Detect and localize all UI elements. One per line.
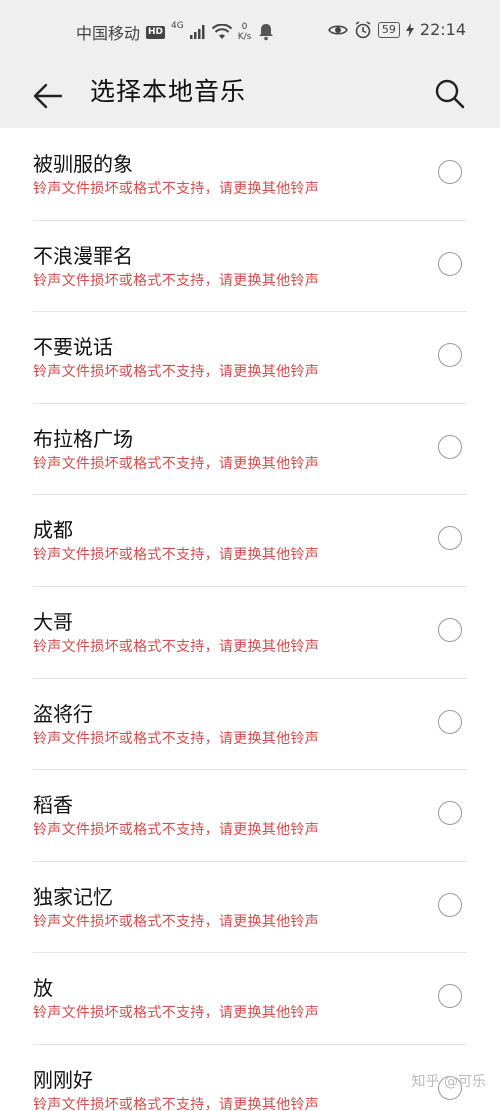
song-error-message: 铃声文件损坏或格式不支持，请更换其他铃声 bbox=[33, 547, 319, 564]
signal-icon bbox=[189, 25, 205, 39]
status-bar-right: 59 22:14 bbox=[327, 20, 466, 39]
charging-icon bbox=[405, 22, 414, 37]
back-arrow-icon bbox=[33, 83, 63, 109]
song-name: 被驯服的象 bbox=[33, 152, 133, 176]
eye-icon bbox=[327, 24, 348, 35]
song-radio-button[interactable] bbox=[438, 709, 462, 734]
song-radio-button[interactable] bbox=[438, 434, 462, 459]
song-radio-button[interactable] bbox=[438, 892, 462, 917]
song-error-message: 铃声文件损坏或格式不支持，请更换其他铃声 bbox=[33, 913, 319, 930]
song-error-message: 铃声文件损坏或格式不支持，请更换其他铃声 bbox=[33, 1096, 319, 1111]
network-label: 4G bbox=[171, 21, 184, 31]
notification-bell-icon bbox=[259, 24, 274, 41]
song-error-message: 铃声文件损坏或格式不支持，请更换其他铃声 bbox=[33, 455, 319, 472]
song-name: 布拉格广场 bbox=[33, 426, 133, 451]
watermark: 知乎 @可乐 bbox=[412, 1071, 486, 1091]
page-title: 选择本地音乐 bbox=[90, 77, 247, 106]
net-speed-value: 0 bbox=[241, 22, 248, 32]
net-speed: 0 K/s bbox=[238, 22, 252, 42]
song-name: 成都 bbox=[33, 518, 73, 543]
song-error-message: 铃声文件损坏或格式不支持，请更换其他铃声 bbox=[33, 364, 319, 381]
watermark-text: 知乎 @可乐 bbox=[411, 1074, 486, 1090]
list-item[interactable]: 盗将行 铃声文件损坏或格式不支持，请更换其他铃声 bbox=[33, 679, 467, 771]
search-icon bbox=[435, 79, 465, 109]
battery-indicator: 59 bbox=[377, 21, 400, 38]
song-name: 放 bbox=[33, 976, 53, 1001]
list-item[interactable]: 稻香 铃声文件损坏或格式不支持，请更换其他铃声 bbox=[33, 770, 467, 862]
list-item[interactable]: 不浪漫罪名 铃声文件损坏或格式不支持，请更换其他铃声 bbox=[33, 221, 467, 313]
back-button[interactable] bbox=[28, 76, 68, 116]
list-item[interactable]: 大哥 铃声文件损坏或格式不支持，请更换其他铃声 bbox=[33, 587, 467, 679]
net-speed-unit: K/s bbox=[237, 32, 252, 42]
song-name: 不浪漫罪名 bbox=[33, 243, 133, 268]
song-name: 不要说话 bbox=[33, 335, 113, 360]
song-radio-button[interactable] bbox=[438, 526, 462, 551]
song-radio-button[interactable] bbox=[438, 617, 462, 642]
list-item[interactable]: 布拉格广场 铃声文件损坏或格式不支持，请更换其他铃声 bbox=[33, 404, 467, 496]
song-list: 被驯服的象 铃声文件损坏或格式不支持，请更换其他铃声 不浪漫罪名 铃声文件损坏或… bbox=[0, 129, 500, 1111]
list-item[interactable]: 不要说话 铃声文件损坏或格式不支持，请更换其他铃声 bbox=[33, 312, 467, 404]
song-radio-button[interactable] bbox=[438, 984, 462, 1009]
list-item[interactable]: 放 铃声文件损坏或格式不支持，请更换其他铃声 bbox=[33, 953, 467, 1045]
song-error-message: 铃声文件损坏或格式不支持，请更换其他铃声 bbox=[33, 1005, 319, 1022]
status-bar-left: 中国移动 HD 4G 0 K/s bbox=[76, 20, 275, 44]
list-item[interactable]: 成都 铃声文件损坏或格式不支持，请更换其他铃声 bbox=[33, 495, 467, 587]
search-button[interactable] bbox=[430, 74, 470, 114]
list-item[interactable]: 刚刚好 铃声文件损坏或格式不支持，请更换其他铃声 bbox=[33, 1045, 467, 1111]
alarm-icon bbox=[355, 20, 371, 38]
song-name: 稻香 bbox=[33, 793, 73, 818]
hd-badge: HD bbox=[146, 25, 166, 39]
wifi-icon bbox=[211, 24, 232, 39]
song-error-message: 铃声文件损坏或格式不支持，请更换其他铃声 bbox=[33, 638, 319, 655]
song-radio-button[interactable] bbox=[438, 801, 462, 826]
song-error-message: 铃声文件损坏或格式不支持，请更换其他铃声 bbox=[33, 181, 319, 197]
list-item[interactable]: 独家记忆 铃声文件损坏或格式不支持，请更换其他铃声 bbox=[33, 862, 467, 954]
song-radio-button[interactable] bbox=[438, 160, 462, 184]
app-header: 选择本地音乐 bbox=[0, 62, 500, 128]
song-radio-button[interactable] bbox=[438, 251, 462, 276]
song-error-message: 铃声文件损坏或格式不支持，请更换其他铃声 bbox=[33, 822, 319, 839]
clock-time: 22:14 bbox=[419, 20, 466, 39]
song-name: 大哥 bbox=[33, 609, 73, 634]
song-radio-button[interactable] bbox=[438, 343, 462, 368]
carrier-label: 中国移动 bbox=[76, 24, 141, 43]
page: 中国移动 HD 4G 0 K/s 59 22:14 选择本地音乐 被驯服的象 铃… bbox=[0, 0, 500, 1111]
song-error-message: 铃声文件损坏或格式不支持，请更换其他铃声 bbox=[33, 272, 319, 289]
song-name: 独家记忆 bbox=[33, 884, 113, 909]
song-name: 刚刚好 bbox=[33, 1067, 93, 1092]
song-name: 盗将行 bbox=[33, 701, 93, 726]
list-item[interactable]: 被驯服的象 铃声文件损坏或格式不支持，请更换其他铃声 bbox=[33, 129, 467, 221]
status-bar: 中国移动 HD 4G 0 K/s 59 22:14 bbox=[0, 0, 500, 62]
song-error-message: 铃声文件损坏或格式不支持，请更换其他铃声 bbox=[33, 730, 319, 747]
